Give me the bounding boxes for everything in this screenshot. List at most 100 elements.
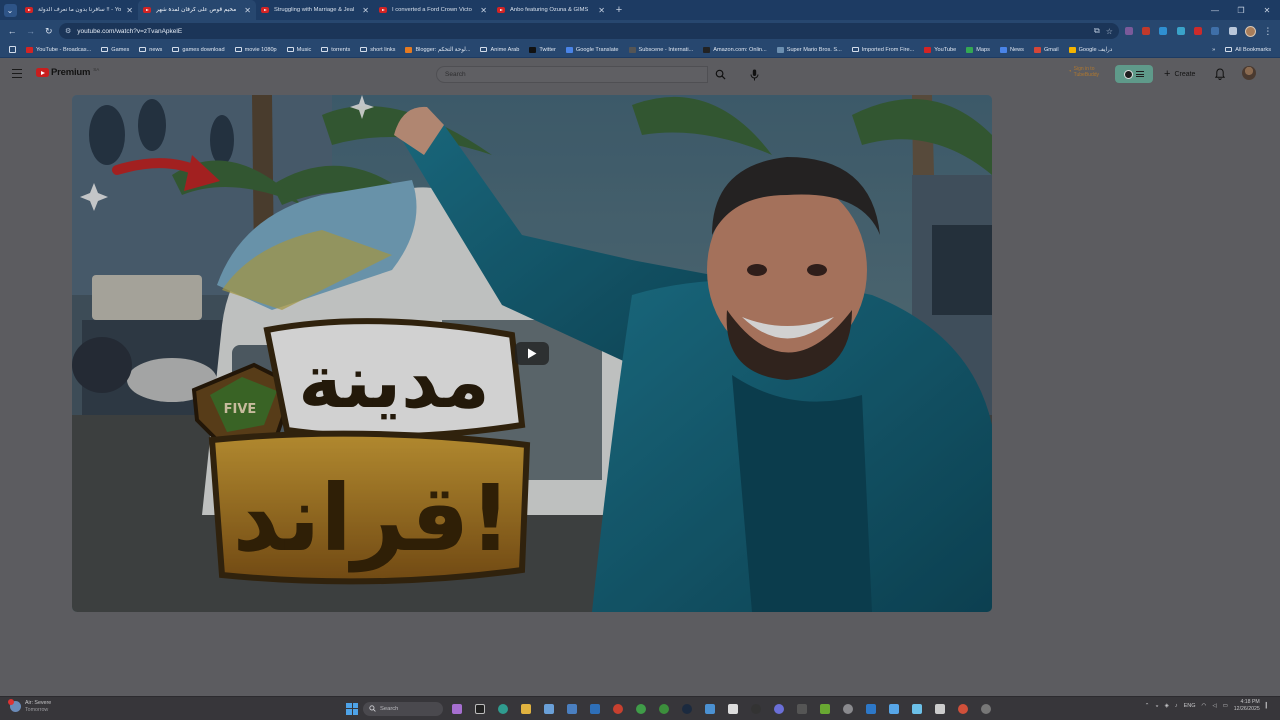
reload-icon[interactable]: ↻ <box>41 23 57 40</box>
notifications-bell-icon[interactable] <box>1212 66 1228 82</box>
voice-search-button[interactable] <box>746 66 763 83</box>
extension-icon[interactable] <box>1121 23 1136 39</box>
extension-icon[interactable] <box>1173 23 1188 39</box>
more-bookmarks-button[interactable]: » <box>1207 47 1220 53</box>
bookmark-item[interactable]: Games <box>96 47 134 53</box>
xbox-app-icon[interactable] <box>655 700 673 717</box>
bookmark-item[interactable]: Music <box>282 47 317 53</box>
search-button[interactable] <box>708 66 732 83</box>
nvidia-app-icon[interactable] <box>816 700 834 717</box>
all-bookmarks-button[interactable]: All Bookmarks <box>1220 47 1276 53</box>
edge-app-icon[interactable] <box>494 700 512 717</box>
browser-tab[interactable]: I converted a Ford Crown Victo ✕ <box>374 0 492 20</box>
chrome-profile-icon[interactable] <box>954 700 972 717</box>
bookmark-item[interactable]: Super Mario Bros. S... <box>772 46 847 53</box>
hamburger-menu-icon[interactable] <box>12 69 22 78</box>
bookmark-item[interactable]: Gmail <box>1029 46 1064 53</box>
site-info-icon[interactable]: ⚙ <box>65 27 71 35</box>
account-avatar[interactable] <box>1242 66 1256 80</box>
install-app-icon[interactable]: ⧉ <box>1094 26 1100 36</box>
tubebuddy-menu-button[interactable] <box>1115 65 1153 83</box>
task-view-icon[interactable] <box>471 700 489 717</box>
tray-app-icon[interactable]: ◒ <box>1155 703 1158 709</box>
browser-tab-active[interactable]: مخيم قوص على كرفان لمدة شهر ✕ <box>138 0 256 20</box>
close-icon[interactable]: ✕ <box>598 6 605 15</box>
volume-icon[interactable]: ◁ <box>1212 703 1216 709</box>
close-window-icon[interactable]: ✕ <box>1254 0 1280 20</box>
forward-icon[interactable]: → <box>22 23 38 40</box>
extra-app-icon[interactable] <box>977 700 995 717</box>
settings-gear-icon[interactable] <box>839 700 857 717</box>
bookmark-item[interactable]: Blogger: لوحة التحكم... <box>400 46 475 53</box>
browser-tab[interactable]: سافرنا بدون ما نعرف الدولة !! - Yo ✕ <box>20 0 138 20</box>
address-bar[interactable]: ⚙ youtube.com/watch?v=zTvanApkelE ⧉ ☆ <box>58 23 1119 39</box>
phone-link-icon[interactable] <box>701 700 719 717</box>
chrome-app-icon[interactable] <box>632 700 650 717</box>
bookmark-item[interactable]: torrents <box>316 47 355 53</box>
bookmark-item[interactable]: Maps <box>961 46 995 53</box>
youtube-premium-logo[interactable]: Premium SA <box>36 67 99 78</box>
bookmark-item[interactable]: Google درايف <box>1064 46 1118 53</box>
wifi-icon[interactable]: ◠ <box>1202 703 1207 709</box>
language-indicator[interactable]: ENG <box>1184 703 1196 709</box>
create-button[interactable]: + Create <box>1158 65 1201 83</box>
bookmark-item[interactable]: Imported From Fire... <box>847 47 920 53</box>
taskbar-search[interactable]: Search <box>363 701 443 716</box>
bookmark-item[interactable]: games download <box>167 47 229 53</box>
defender-app-icon[interactable] <box>862 700 880 717</box>
file-explorer-icon[interactable] <box>517 700 535 717</box>
game-app-icon[interactable] <box>609 700 627 717</box>
tab-search-button[interactable]: ⌄ <box>0 0 20 20</box>
mail-app-icon[interactable] <box>586 700 604 717</box>
chevron-up-icon[interactable]: ⌃ <box>1145 703 1150 709</box>
search-input[interactable]: Search <box>436 66 708 83</box>
close-icon[interactable]: ✕ <box>244 6 251 15</box>
shield-tray-icon[interactable]: ◈ <box>1165 703 1169 709</box>
apps-grid-icon[interactable] <box>4 46 21 53</box>
profile-avatar[interactable] <box>1242 23 1257 39</box>
close-icon[interactable]: ✕ <box>480 6 487 15</box>
clock[interactable]: 4:18 PM 12/26/2025 <box>1234 699 1260 713</box>
new-tab-button[interactable]: + <box>610 0 628 20</box>
browser-tab[interactable]: Anbo featuring Ozuna & GIMS ✕ <box>492 0 610 20</box>
bookmark-item[interactable]: Amazon.com: Onlin... <box>698 46 771 53</box>
pause-app-icon[interactable] <box>931 700 949 717</box>
tubebuddy-signin[interactable]: ◔ Sign in to TubeBuddy <box>1068 66 1099 78</box>
bookmark-item[interactable]: Twitter <box>524 46 560 53</box>
windows-start-icon[interactable] <box>346 702 358 715</box>
bookmark-item[interactable]: YouTube <box>919 46 961 53</box>
media-app-icon[interactable] <box>793 700 811 717</box>
close-icon[interactable]: ✕ <box>126 6 133 15</box>
discord-app-icon[interactable] <box>770 700 788 717</box>
epic-games-icon[interactable] <box>724 700 742 717</box>
bookmark-item[interactable]: Anime Arab <box>475 47 524 53</box>
menu-kebab-icon[interactable]: ⋮ <box>1260 23 1276 40</box>
store-app-icon[interactable] <box>563 700 581 717</box>
bookmark-item[interactable]: short links <box>355 47 400 53</box>
extension-icon[interactable] <box>1156 23 1171 39</box>
extension-icon[interactable] <box>1208 23 1223 39</box>
video-player[interactable]: مدينة قراند! FIVE <box>72 95 992 612</box>
play-button[interactable] <box>515 342 549 365</box>
browser-tab[interactable]: Struggling with Marriage & Jeal ✕ <box>256 0 374 20</box>
extension-icon[interactable] <box>1138 23 1153 39</box>
notepad-app-icon[interactable] <box>885 700 903 717</box>
extension-icon[interactable] <box>1190 23 1205 39</box>
obs-app-icon[interactable] <box>747 700 765 717</box>
bookmark-item[interactable]: News <box>995 46 1029 53</box>
photos-app-icon[interactable] <box>540 700 558 717</box>
network-app-icon[interactable] <box>908 700 926 717</box>
steam-app-icon[interactable] <box>678 700 696 717</box>
battery-icon[interactable]: ▭ <box>1223 703 1228 709</box>
notification-icon[interactable]: ▎ <box>1266 703 1270 709</box>
weather-widget[interactable]: Air: Severe Tomorrow <box>8 699 51 714</box>
bookmark-star-icon[interactable]: ☆ <box>1106 27 1113 36</box>
microphone-tray-icon[interactable]: ♪ <box>1175 703 1178 709</box>
bookmark-item[interactable]: Subscene - Internati... <box>624 46 699 53</box>
bookmark-item[interactable]: YouTube - Broadcas... <box>21 46 96 53</box>
copilot-app-icon[interactable] <box>448 700 466 717</box>
bookmark-item[interactable]: movie 1080p <box>230 47 282 53</box>
back-icon[interactable]: ← <box>4 23 20 40</box>
extensions-puzzle-icon[interactable] <box>1225 23 1240 39</box>
bookmark-item[interactable]: Google Translate <box>561 46 624 53</box>
